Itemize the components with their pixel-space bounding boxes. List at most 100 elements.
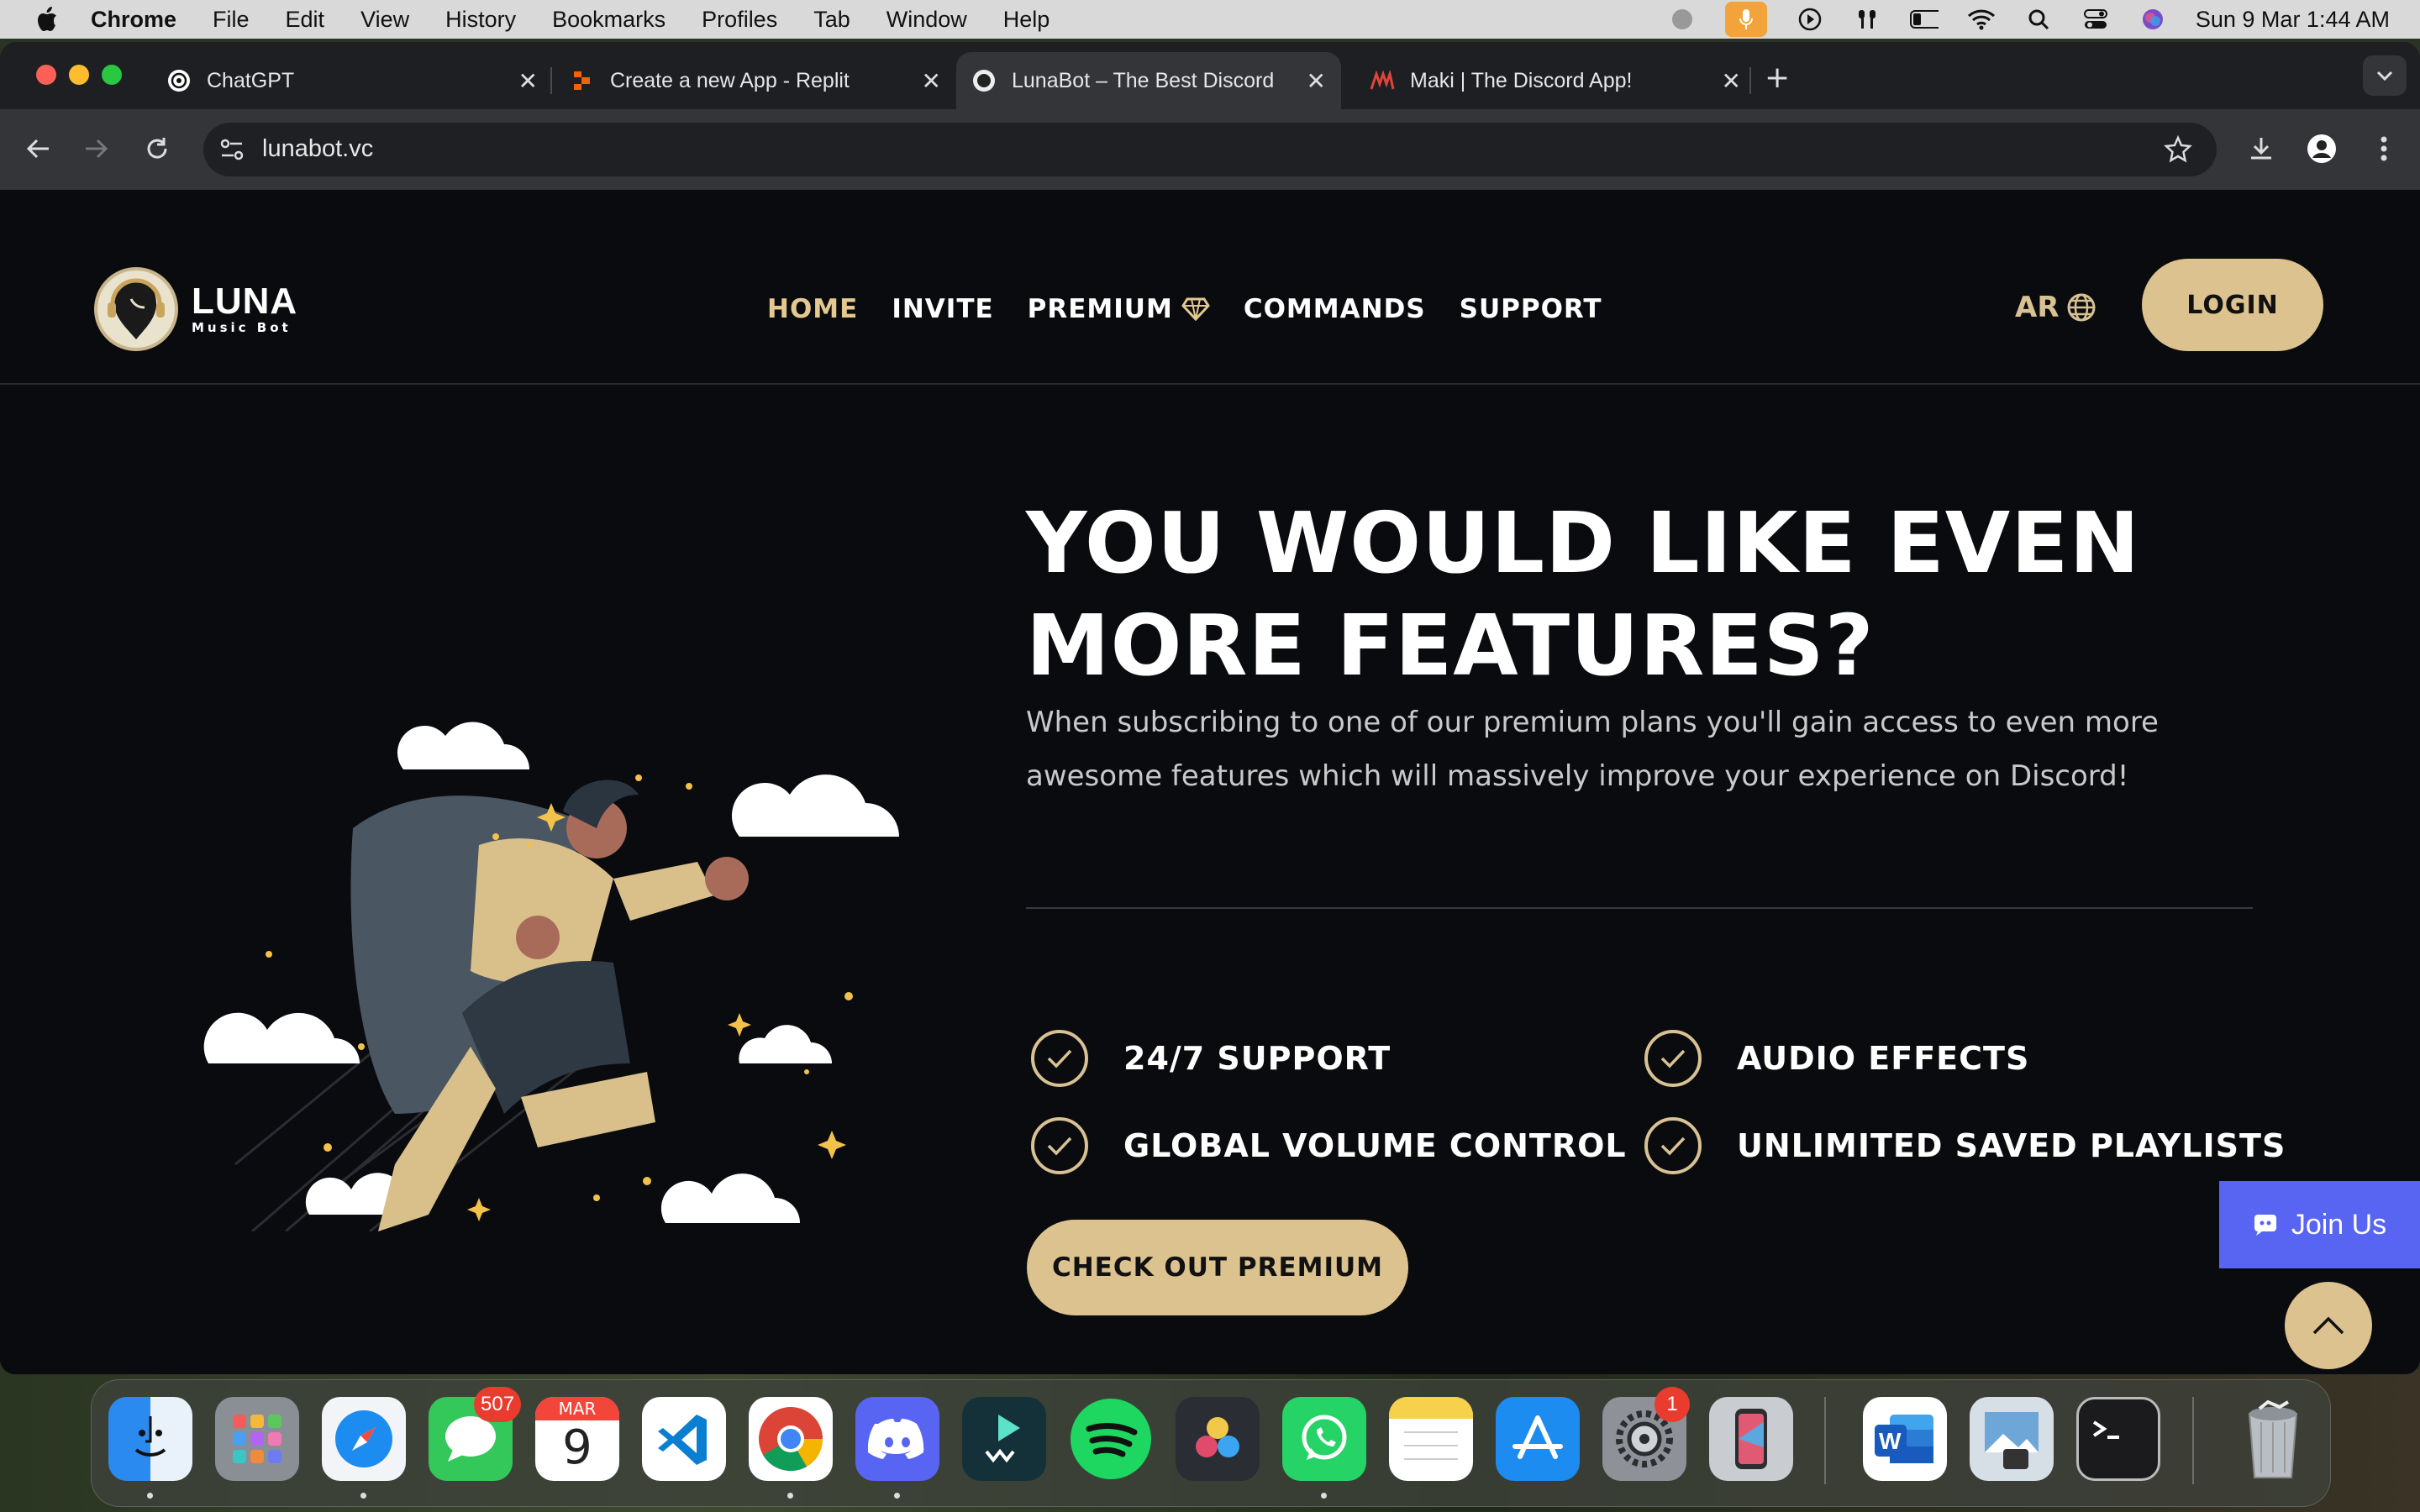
menu-file[interactable]: File [213, 7, 250, 33]
language-switcher[interactable]: AR [2015, 291, 2096, 324]
new-tab-button[interactable]: + [1765, 60, 1790, 95]
wifi-icon[interactable] [1967, 7, 1996, 32]
tab-maki[interactable]: Maki | The Discord App! ✕ [1355, 52, 1756, 109]
tab-replit[interactable]: Create a new App - Replit ✕ [555, 52, 956, 109]
tab-title: Maki | The Discord App! [1410, 68, 1633, 92]
scroll-to-top-button[interactable] [2285, 1282, 2372, 1369]
launchpad-icon[interactable] [215, 1397, 299, 1481]
iphone-mirroring-icon[interactable] [1709, 1397, 1793, 1481]
nav-invite[interactable]: INVITE [892, 294, 993, 324]
calendar-icon[interactable]: MAR 9 [535, 1397, 619, 1481]
feature-item: GLOBAL VOLUME CONTROL [1031, 1117, 1627, 1174]
close-window-button[interactable] [36, 65, 56, 85]
app-store-icon[interactable] [1496, 1397, 1580, 1481]
battery-icon[interactable] [1909, 7, 1939, 32]
recording-indicator-icon[interactable] [1668, 7, 1697, 32]
bookmark-star-icon[interactable] [2163, 134, 2193, 165]
microsoft-word-icon[interactable]: W [1863, 1397, 1947, 1481]
join-us-label: Join Us [2291, 1208, 2387, 1241]
tab-search-button[interactable] [2363, 55, 2407, 96]
tab-chatgpt[interactable]: ChatGPT ✕ [151, 52, 553, 109]
check-circle-icon [1644, 1030, 1702, 1087]
dock-separator [1824, 1397, 1826, 1484]
feature-label: UNLIMITED SAVED PLAYLISTS [1737, 1127, 2286, 1164]
url-text[interactable]: lunabot.vc [262, 135, 373, 163]
profile-avatar-icon[interactable] [2304, 131, 2339, 166]
menu-tab[interactable]: Tab [813, 7, 850, 33]
menu-history[interactable]: History [445, 7, 516, 33]
chrome-icon[interactable] [749, 1397, 833, 1481]
davinci-resolve-icon[interactable] [1176, 1397, 1260, 1481]
apple-icon[interactable] [34, 5, 59, 34]
play-circle-icon[interactable] [1796, 7, 1824, 32]
nav-commands[interactable]: COMMANDS [1244, 294, 1426, 324]
vscode-icon[interactable] [642, 1397, 726, 1481]
menu-bookmarks[interactable]: Bookmarks [552, 7, 666, 33]
menu-window[interactable]: Window [886, 7, 967, 33]
safari-icon[interactable] [322, 1397, 406, 1481]
hero-headline: YOU WOULD LIKE EVEN MORE FEATURES? [1026, 494, 2141, 695]
flying-hero-illustration [203, 722, 899, 1231]
nav-premium-label: PREMIUM [1027, 294, 1173, 324]
calendar-day: 9 [562, 1420, 592, 1475]
discord-app-icon[interactable] [855, 1397, 939, 1481]
menu-view[interactable]: View [360, 7, 409, 33]
forward-arrow-icon[interactable] [79, 131, 114, 166]
close-tab-icon[interactable]: ✕ [1722, 67, 1741, 95]
notes-icon[interactable] [1389, 1397, 1473, 1481]
lunabot-icon [971, 68, 997, 93]
control-center-icon[interactable] [2081, 7, 2110, 32]
filmora-icon[interactable] [962, 1397, 1046, 1481]
airpods-icon[interactable] [1853, 7, 1881, 32]
running-indicator [147, 1493, 153, 1499]
site-info-icon[interactable] [217, 134, 247, 165]
site-logo[interactable]: LUNA Music Bot [94, 267, 297, 351]
clock[interactable]: Sun 9 Mar 1:44 AM [2196, 7, 2390, 33]
microphone-icon[interactable] [1724, 2, 1767, 37]
feature-item: 24/7 SUPPORT [1031, 1030, 1391, 1087]
maximize-window-button[interactable] [102, 65, 122, 85]
terminal-icon[interactable] [2076, 1397, 2160, 1481]
web-page: LUNA Music Bot HOME INVITE PREMIUM COMMA… [0, 190, 2420, 1374]
menu-bar: Chrome File Edit View History Bookmarks … [0, 0, 2420, 39]
browser-window: ChatGPT ✕ Create a new App - Replit ✕ Lu… [0, 42, 2420, 1374]
menu-edit[interactable]: Edit [286, 7, 325, 33]
preview-icon[interactable] [1970, 1397, 2054, 1481]
check-circle-icon [1031, 1117, 1088, 1174]
nav-support[interactable]: SUPPORT [1460, 294, 1602, 324]
finder-icon[interactable] [108, 1397, 192, 1481]
close-tab-icon[interactable]: ✕ [1307, 67, 1326, 95]
back-arrow-icon[interactable] [20, 131, 55, 166]
close-tab-icon[interactable]: ✕ [922, 67, 941, 95]
messages-badge: 507 [474, 1387, 522, 1422]
tab-title: ChatGPT [207, 68, 295, 92]
nav-home[interactable]: HOME [767, 294, 858, 324]
trash-icon[interactable] [2231, 1397, 2315, 1481]
close-tab-icon[interactable]: ✕ [518, 67, 538, 95]
more-options-icon[interactable] [2366, 131, 2402, 166]
siri-icon[interactable] [2139, 7, 2167, 32]
menu-app-name[interactable]: Chrome [91, 7, 176, 33]
check-out-premium-button[interactable]: CHECK OUT PREMIUM [1027, 1220, 1408, 1315]
menu-profiles[interactable]: Profiles [702, 7, 777, 33]
minimize-window-button[interactable] [69, 65, 89, 85]
language-label: AR [2015, 291, 2060, 324]
login-button[interactable]: LOGIN [2142, 259, 2323, 351]
whatsapp-icon[interactable] [1282, 1397, 1366, 1481]
join-us-button[interactable]: Join Us [2219, 1181, 2420, 1268]
download-icon[interactable] [2244, 131, 2279, 166]
chevron-up-icon [2312, 1316, 2344, 1335]
address-bar[interactable]: lunabot.vc [203, 123, 2217, 176]
spotlight-search-icon[interactable] [2024, 7, 2053, 32]
spotify-icon[interactable] [1069, 1397, 1153, 1481]
feature-item: UNLIMITED SAVED PLAYLISTS [1644, 1117, 2286, 1174]
discord-icon [2254, 1215, 2276, 1236]
check-circle-icon [1031, 1030, 1088, 1087]
nav-premium[interactable]: PREMIUM [1028, 294, 1210, 324]
chatgpt-icon [166, 68, 192, 93]
reload-icon[interactable] [139, 131, 175, 166]
tab-lunabot[interactable]: LunaBot – The Best Discord M ✕ [956, 52, 1341, 109]
menu-help[interactable]: Help [1003, 7, 1050, 33]
dock: 507 MAR 9 1 W [91, 1379, 2331, 1507]
hero-divider [1026, 907, 2253, 909]
